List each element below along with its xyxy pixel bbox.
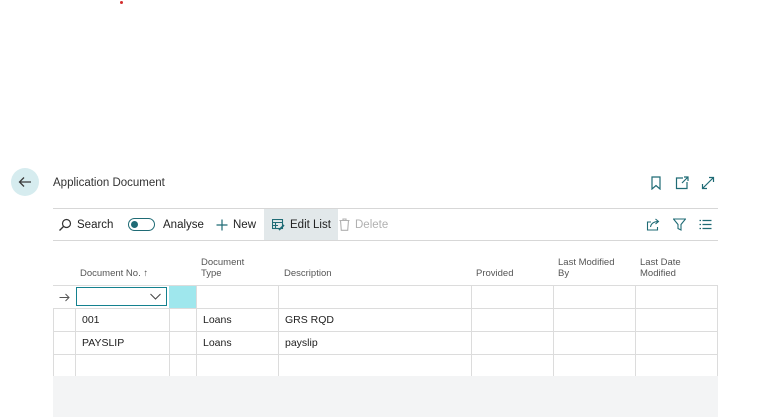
cell-document-type[interactable]: Loans (196, 332, 278, 354)
cell-document-type[interactable]: Loans (196, 309, 278, 331)
cell-last-date-modified[interactable] (635, 332, 718, 354)
cell-description[interactable]: payslip (278, 332, 471, 354)
bookmark-button[interactable] (649, 176, 663, 190)
expand-icon (701, 176, 715, 190)
table-row[interactable]: PAYSLIP Loans payslip (53, 332, 718, 355)
filter-button[interactable] (673, 218, 686, 231)
list-view-icon (699, 219, 712, 230)
edit-list-icon (272, 218, 285, 231)
list-view-button[interactable] (699, 219, 712, 230)
column-header-last-date-modified[interactable]: Last Date Modified (640, 257, 700, 279)
analyse-switch[interactable] (128, 218, 155, 231)
back-arrow-icon (18, 177, 31, 187)
cell-document-no[interactable] (75, 355, 169, 377)
page-title: Application Document (53, 177, 165, 189)
red-dot-marker (120, 1, 123, 4)
cell-last-date-modified[interactable] (635, 355, 718, 377)
cell-last-modified-by[interactable] (553, 355, 635, 377)
cell-provided[interactable] (471, 355, 553, 377)
page-header-actions (649, 176, 715, 190)
column-header-document-no[interactable]: Document No. ↑ (80, 268, 148, 279)
cell-description[interactable]: GRS RQD (278, 309, 471, 331)
search-icon (58, 218, 72, 232)
plus-icon (216, 219, 228, 231)
table-row[interactable]: 001 Loans GRS RQD (53, 309, 718, 332)
open-new-window-icon (675, 176, 689, 190)
search-button[interactable]: Search (58, 209, 113, 240)
cell-blank[interactable] (169, 332, 196, 354)
analyse-toggle[interactable]: Analyse (128, 209, 204, 240)
right-arrow-icon (53, 286, 75, 308)
action-bar: Search Analyse New Edit List Delete (53, 208, 718, 241)
cell-document-type[interactable] (196, 355, 278, 377)
new-label: New (233, 218, 257, 231)
selected-cell[interactable] (169, 286, 196, 308)
document-no-input[interactable] (76, 287, 167, 306)
cell-provided[interactable] (471, 332, 553, 354)
toggle-knob (131, 220, 138, 228)
cell-description[interactable] (278, 286, 471, 308)
delete-label: Delete (355, 218, 389, 231)
row-indicator-cell (53, 355, 75, 377)
cell-document-no[interactable]: PAYSLIP (75, 332, 169, 354)
cell-document-no[interactable]: 001 (75, 309, 169, 331)
row-indicator-cell (53, 309, 75, 331)
search-label: Search (77, 218, 114, 231)
cell-provided[interactable] (471, 286, 553, 308)
column-headers: Document No. ↑ Document Type Description… (53, 253, 718, 285)
column-header-description[interactable]: Description (284, 268, 332, 279)
document-grid: 001 Loans GRS RQD PAYSLIP Loans payslip (53, 285, 718, 378)
cell-document-type[interactable] (196, 286, 278, 308)
share-icon (646, 218, 660, 231)
row-indicator-cell (53, 332, 75, 354)
cell-last-modified-by[interactable] (553, 286, 635, 308)
chevron-down-icon[interactable] (150, 293, 161, 300)
column-header-last-modified-by[interactable]: Last Modified By (558, 257, 628, 279)
cell-last-date-modified[interactable] (635, 309, 718, 331)
share-button[interactable] (646, 218, 660, 231)
column-header-provided[interactable]: Provided (476, 268, 514, 279)
grid-footer-area (53, 376, 718, 417)
cell-provided[interactable] (471, 309, 553, 331)
back-button[interactable] (11, 168, 39, 196)
cell-description[interactable] (278, 355, 471, 377)
action-bar-right-icons (646, 209, 712, 240)
analyse-label: Analyse (163, 218, 204, 231)
edit-list-button[interactable]: Edit List (264, 209, 338, 240)
cell-last-date-modified[interactable] (635, 286, 718, 308)
column-header-document-type[interactable]: Document Type (201, 257, 261, 279)
bookmark-icon (651, 176, 661, 190)
expand-button[interactable] (701, 176, 715, 190)
cell-last-modified-by[interactable] (553, 309, 635, 331)
trash-icon (339, 218, 350, 231)
new-entry-row[interactable] (53, 285, 718, 309)
filter-icon (673, 218, 686, 231)
delete-button[interactable]: Delete (339, 209, 388, 240)
edit-list-label: Edit List (290, 218, 331, 231)
cell-blank[interactable] (169, 355, 196, 377)
new-button[interactable]: New (216, 209, 256, 240)
cell-blank[interactable] (169, 309, 196, 331)
cell-last-modified-by[interactable] (553, 332, 635, 354)
empty-row[interactable] (53, 355, 718, 378)
open-new-window-button[interactable] (675, 176, 689, 190)
